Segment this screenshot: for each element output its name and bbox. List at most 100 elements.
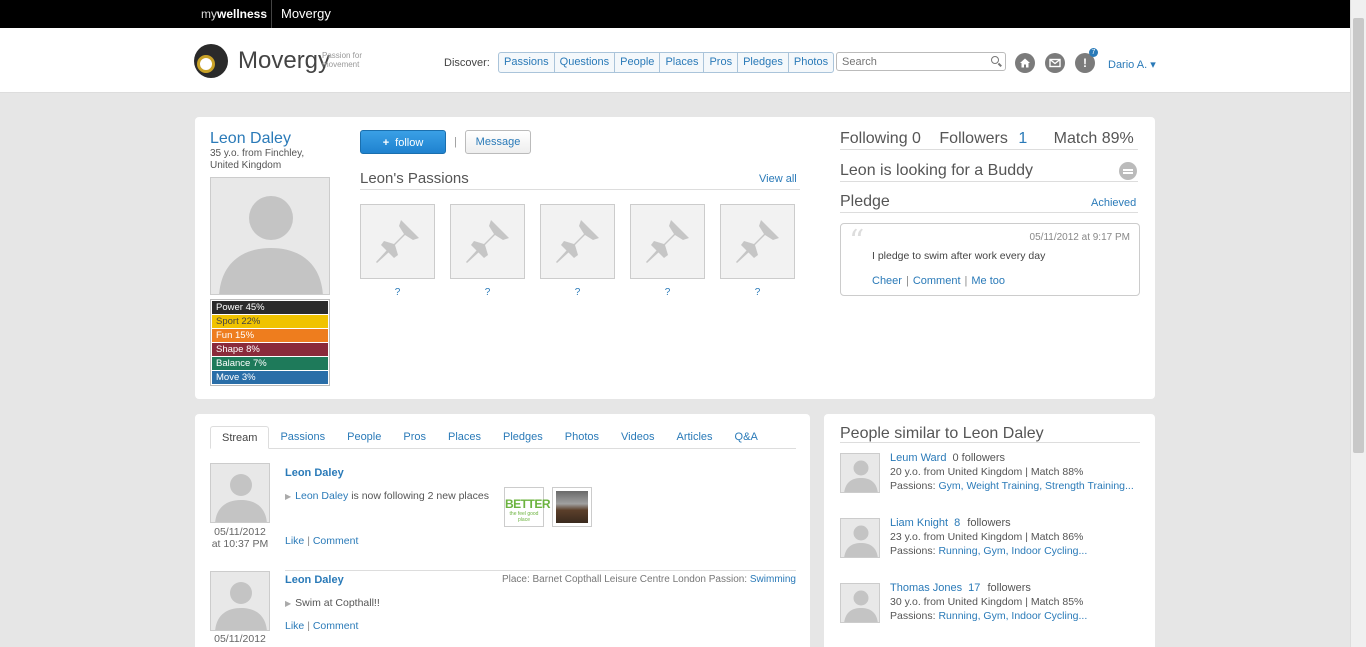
discover-pledges[interactable]: Pledges <box>738 53 789 72</box>
discover-places[interactable]: Places <box>660 53 705 72</box>
tab-articles[interactable]: Articles <box>665 426 723 448</box>
pushpin-icon <box>450 204 525 279</box>
search-icon[interactable] <box>991 56 999 64</box>
tab-places[interactable]: Places <box>437 426 492 448</box>
discover-nav: Passions Questions People Places Pros Pl… <box>498 52 835 73</box>
tab-people[interactable]: People <box>336 426 392 448</box>
passion-link[interactable]: Swimming <box>750 574 796 585</box>
cheer-link[interactable]: Cheer <box>872 275 902 287</box>
person-passions: Passions: Running, Gym, Indoor Cycling..… <box>890 610 1087 622</box>
action-separator: | <box>307 535 310 547</box>
passion-label[interactable]: ? <box>360 287 435 298</box>
logo-text[interactable]: Movergy <box>238 47 330 75</box>
plus-icon: + <box>382 137 390 149</box>
tab-videos[interactable]: Videos <box>610 426 665 448</box>
passion-label[interactable]: ? <box>540 287 615 298</box>
home-icon[interactable] <box>1015 53 1035 73</box>
tab-passions[interactable]: Passions <box>269 426 336 448</box>
user-name: Dario A. <box>1108 59 1148 71</box>
passion-card[interactable]: ? <box>450 204 525 298</box>
follow-button[interactable]: + follow <box>360 130 446 154</box>
triangle-right-icon: ▶ <box>285 492 292 501</box>
message-button[interactable]: Message <box>465 130 531 154</box>
tab-stream[interactable]: Stream <box>210 426 270 449</box>
passion-card[interactable]: ? <box>360 204 435 298</box>
match-percent: Match 89% <box>1053 130 1134 147</box>
person-avatar[interactable] <box>840 453 880 493</box>
person-avatar[interactable] <box>840 518 880 558</box>
tab-photos[interactable]: Photos <box>554 426 610 448</box>
discover-questions[interactable]: Questions <box>555 53 616 72</box>
person-info: 30 y.o. from United Kingdom | Match 85% <box>890 596 1084 608</box>
mail-icon[interactable] <box>1045 53 1065 73</box>
passions-divider <box>360 189 800 190</box>
place-thumbnail[interactable] <box>552 487 592 527</box>
pledge-actions: Cheer | Comment | Me too <box>872 275 1009 287</box>
passions-links[interactable]: Gym, Weight Training, Strength Training.… <box>938 480 1133 492</box>
button-separator: | <box>454 136 457 148</box>
user-menu[interactable]: Dario A. ▾ <box>1108 58 1156 71</box>
following-count[interactable]: Following 0 <box>840 130 921 147</box>
passions-label: Passions: <box>890 610 939 622</box>
follower-count[interactable]: 8 <box>954 517 960 529</box>
post-author[interactable]: Leon Daley <box>285 467 344 479</box>
view-all-link[interactable]: View all <box>759 173 797 185</box>
scrollbar-thumb[interactable] <box>1353 18 1364 453</box>
search-box <box>836 52 1006 71</box>
tab-qa[interactable]: Q&A <box>724 426 769 448</box>
tab-pros[interactable]: Pros <box>392 426 437 448</box>
profile-name[interactable]: Leon Daley <box>210 130 291 148</box>
similar-divider <box>840 442 1140 443</box>
passion-card[interactable]: ? <box>720 204 795 298</box>
person-name[interactable]: Liam Knight <box>890 517 948 529</box>
action-separator: | <box>905 275 909 287</box>
like-link[interactable]: Like <box>285 535 304 547</box>
post-actions: Like | Comment <box>285 535 358 547</box>
page-scrollbar[interactable] <box>1350 0 1366 647</box>
passion-label[interactable]: ? <box>450 287 525 298</box>
me-too-link[interactable]: Me too <box>971 275 1005 287</box>
person-name[interactable]: Thomas Jones <box>890 582 962 594</box>
post-avatar[interactable] <box>210 463 270 523</box>
pushpin-icon <box>360 204 435 279</box>
quote-icon: “ <box>849 224 865 259</box>
pushpin-icon <box>720 204 795 279</box>
movergy-tab[interactable]: Movergy <box>281 6 331 21</box>
passions-links[interactable]: Running, Gym, Indoor Cycling... <box>938 610 1087 622</box>
followers-count[interactable]: 1 <box>1018 130 1027 147</box>
chevron-down-icon: ▾ <box>1150 59 1156 71</box>
passion-label[interactable]: ? <box>720 287 795 298</box>
like-link[interactable]: Like <box>285 620 304 632</box>
stat-shape: Shape 8% <box>212 343 328 356</box>
triangle-right-icon: ▶ <box>285 599 292 608</box>
passions-links[interactable]: Running, Gym, Indoor Cycling... <box>938 545 1087 557</box>
post-content: ▶ Swim at Copthall!! <box>285 597 380 609</box>
search-input[interactable] <box>837 53 977 70</box>
follower-count[interactable]: 17 <box>968 582 980 594</box>
passion-card[interactable]: ? <box>540 204 615 298</box>
discover-pros[interactable]: Pros <box>704 53 739 72</box>
notification-count-badge: 7 <box>1089 48 1098 57</box>
discover-passions[interactable]: Passions <box>499 53 555 72</box>
stream-panel: Stream Passions People Pros Places Pledg… <box>195 414 810 647</box>
place-thumbnail[interactable]: BETTER the feel good place <box>504 487 551 527</box>
pledge-achieved-link[interactable]: Achieved <box>1091 197 1136 209</box>
pledge-card: “ 05/11/2012 at 9:17 PM I pledge to swim… <box>840 223 1140 296</box>
post-actor-link[interactable]: Leon Daley <box>295 490 348 502</box>
post-avatar[interactable] <box>210 571 270 631</box>
buddy-toggle-icon[interactable] <box>1119 162 1137 180</box>
comment-link[interactable]: Comment <box>313 620 359 632</box>
passion-label[interactable]: ? <box>630 287 705 298</box>
movergy-logo-icon[interactable] <box>194 44 228 78</box>
tab-pledges[interactable]: Pledges <box>492 426 554 448</box>
mywellness-logo[interactable]: mywellness <box>201 7 267 21</box>
person-avatar[interactable] <box>840 583 880 623</box>
discover-people[interactable]: People <box>615 53 661 72</box>
post-meta-text: Place: Barnet Copthall Leisure Centre Lo… <box>501 574 750 585</box>
comment-link[interactable]: Comment <box>313 535 359 547</box>
post-author[interactable]: Leon Daley <box>285 574 344 586</box>
discover-photos[interactable]: Photos <box>789 53 833 72</box>
passion-card[interactable]: ? <box>630 204 705 298</box>
person-name[interactable]: Leum Ward <box>890 452 946 464</box>
comment-link[interactable]: Comment <box>913 275 961 287</box>
